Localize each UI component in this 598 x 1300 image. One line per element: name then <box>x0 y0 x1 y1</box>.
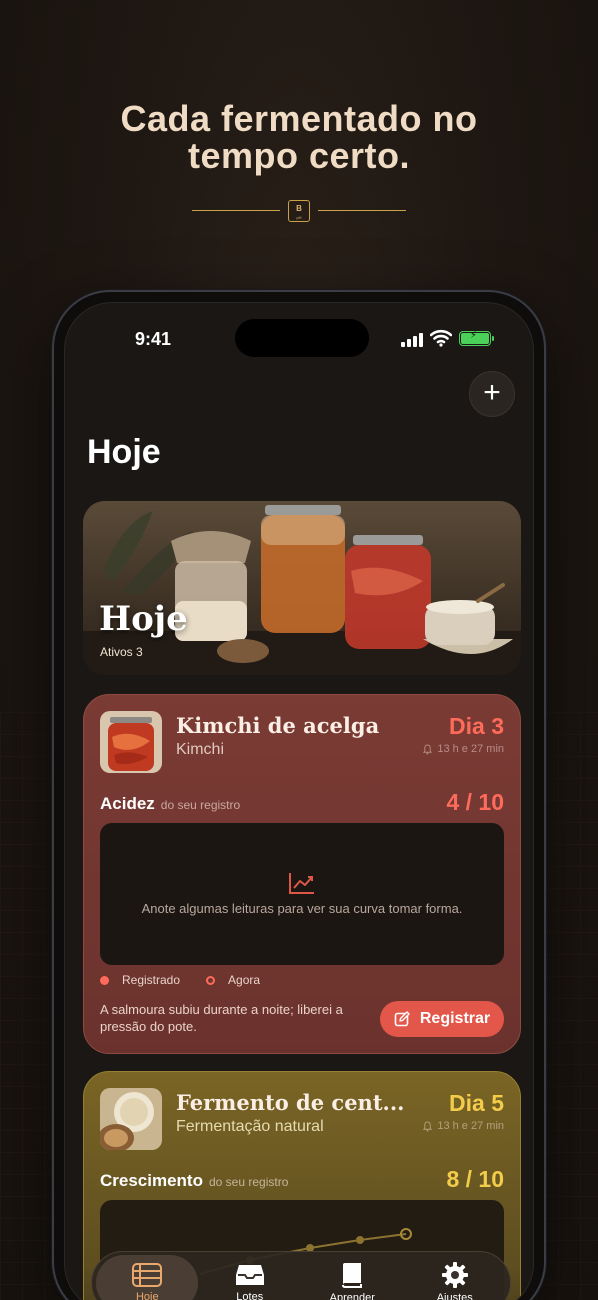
ferment-name: Kimchi de acelga <box>176 713 380 738</box>
badge-letter: B <box>296 204 302 213</box>
metric-source: do seu registro <box>160 798 241 812</box>
ferment-card-kimchi[interactable]: Kimchi de acelga Kimchi Dia 3 13 h e 27 … <box>83 694 521 1054</box>
register-label: Registrar <box>419 1010 491 1027</box>
legend-recorded-label: Registrado <box>122 973 181 987</box>
divider-line-right <box>318 210 406 211</box>
tab-aprender[interactable]: Aprender <box>301 1255 403 1300</box>
time-remaining: 13 h e 27 min <box>422 743 504 755</box>
legend-recorded-dot <box>100 975 109 985</box>
status-time: 9:41 <box>135 329 172 349</box>
add-ferment-button[interactable]: + <box>469 371 515 417</box>
plus-icon: + <box>483 376 501 409</box>
tab-bar: Hoje Lotes Aprender Ajustes <box>91 1251 511 1300</box>
chart-empty-message: Anote algumas leituras para ver sua curv… <box>141 901 463 916</box>
metric-name: Acidez <box>100 794 155 813</box>
ferment-type: Kimchi <box>176 741 225 758</box>
bell-icon <box>423 1120 433 1132</box>
page-title: Hoje <box>87 433 161 471</box>
dynamic-island <box>235 319 369 357</box>
divider-line-left <box>192 210 280 211</box>
hero-jars-illustration <box>83 501 521 675</box>
battery-icon: ⚡ <box>459 330 494 346</box>
headline-line-1: Cada fermentado no <box>120 98 478 139</box>
kimchi-thumbnail <box>100 711 162 773</box>
cellular-signal-icon <box>401 333 423 347</box>
bell-icon <box>423 743 433 755</box>
status-bar: 9:41 ⚡ <box>65 303 533 363</box>
hero-title: Hoje <box>99 599 188 639</box>
ferment-note: A salmoura subiu durante a noite; libere… <box>100 1002 343 1034</box>
tab-lotes[interactable]: Lotes <box>199 1255 301 1300</box>
tab-label: Hoje <box>135 1291 159 1300</box>
marketing-headline: Cada fermentado no tempo certo. <box>0 100 598 174</box>
tab-label: Aprender <box>329 1292 375 1300</box>
phone-frame: 9:41 ⚡ + Hoje Hoje Ativos 3 Kimchi de ac… <box>52 290 546 1300</box>
headline-divider: B pH <box>192 200 406 222</box>
badge-ph: pH <box>296 215 302 220</box>
ferment-type: Fermentação natural <box>176 1118 324 1135</box>
register-button[interactable]: Registrar <box>380 1001 504 1037</box>
legend-now-dot <box>206 975 216 985</box>
remaining-text: 13 h e 27 min <box>437 1120 504 1132</box>
tab-ajustes[interactable]: Ajustes <box>404 1255 506 1300</box>
remaining-text: 13 h e 27 min <box>437 743 504 755</box>
wifi-icon <box>429 329 453 352</box>
ferment-day: Dia 3 <box>449 713 504 739</box>
headline-line-2: tempo certo. <box>187 135 411 176</box>
legend-now-label: Agora <box>228 973 261 987</box>
phone-screen: 9:41 ⚡ + Hoje Hoje Ativos 3 Kimchi de ac… <box>64 302 534 1300</box>
ferment-day: Dia 5 <box>449 1090 504 1116</box>
metric-label: Crescimento do seu registro <box>100 1171 288 1191</box>
time-remaining: 13 h e 27 min <box>422 1120 504 1132</box>
acidity-chart-empty: Anote algumas leituras para ver sua curv… <box>100 823 504 965</box>
tab-label: Ajustes <box>436 1292 473 1300</box>
metric-name: Crescimento <box>100 1171 203 1190</box>
sourdough-thumbnail <box>100 1088 162 1150</box>
hero-banner[interactable]: Hoje Ativos 3 <box>83 501 521 675</box>
book-icon <box>342 1263 363 1288</box>
metric-source: do seu registro <box>208 1175 289 1189</box>
metric-value: 4 / 10 <box>446 789 504 815</box>
metric-label: Acidez do seu registro <box>100 794 240 814</box>
metric-value: 8 / 10 <box>446 1166 504 1192</box>
tab-label: Lotes <box>236 1291 264 1300</box>
hero-active-count: Ativos 3 <box>100 645 143 659</box>
trend-chart-icon <box>289 873 314 894</box>
tab-hoje[interactable]: Hoje <box>96 1255 199 1300</box>
chart-legend: Registrado Agora <box>100 973 260 987</box>
edit-icon <box>394 1011 410 1027</box>
inbox-icon <box>235 1265 264 1285</box>
ferment-name: Fermento de cent... <box>176 1090 405 1115</box>
gear-icon <box>441 1262 468 1288</box>
list-icon <box>132 1263 163 1287</box>
brand-badge-icon: B pH <box>288 200 310 222</box>
